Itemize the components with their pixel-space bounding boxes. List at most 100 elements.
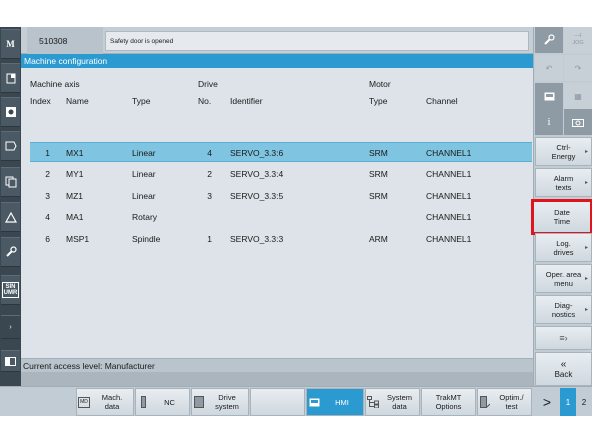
ctrl-energy-l2: Energy [551,151,576,161]
cell-drive-no: 1 [207,234,212,244]
cell-channel: CHANNEL1 [426,234,472,244]
hmi-softkey[interactable]: HMI [306,388,364,416]
program-manager-icon[interactable] [1,97,20,127]
cell-type: Linear [132,169,156,179]
bottom-softkey-bar: MD Mach. data NC Drive system HMI System da… [0,386,592,416]
screen-bottom-margin [0,416,592,444]
screen-icon[interactable] [535,83,563,109]
cell-index: 1 [45,148,50,158]
nc-label: NC [164,397,175,407]
double-chevron-left-icon: « [560,359,567,370]
redo-icon[interactable]: ↷ [564,55,592,81]
trakmt-l1: TrakMT [435,393,462,402]
next-page-button[interactable]: > [535,388,559,416]
cell-drive-no: 2 [207,169,212,179]
alarm-texts-softkey[interactable]: Alarm texts ▸ [535,168,592,197]
oper-area-l2: menu [554,278,573,288]
cell-motor-type: SRM [369,191,388,201]
parameter-icon[interactable] [1,131,20,161]
wrench-icon[interactable] [535,27,563,53]
optim-test-softkey[interactable]: Optim./test [477,388,532,416]
drive-system-icon [192,396,206,408]
page-2-indicator[interactable]: 2 [577,388,591,416]
cell-channel: CHANNEL1 [426,212,472,222]
nc-icon [136,396,150,408]
machine-m-button[interactable]: M [1,29,20,59]
log-drives-l2: drives [553,247,574,257]
cell-identifier: SERVO_3.3:3 [230,234,284,244]
drive-system-l2: system [215,402,239,411]
jog-indicator: —I JOG [564,27,592,53]
more-list-softkey[interactable]: ≡› [535,326,592,350]
md-icon: MD [77,396,91,408]
oper-area-menu-softkey[interactable]: Oper. area menu ▸ [535,264,592,293]
table-row[interactable]: 4 MA1 Rotary CHANNEL1 [30,207,532,227]
header-motor: Motor [369,79,391,89]
access-level: Current access level: Manufacturer [21,358,533,372]
drive-system-softkey[interactable]: Drive system [191,388,249,416]
hmi-label: HMI [335,397,349,407]
system-data-softkey[interactable]: System data [365,388,420,416]
status-strip [21,372,533,386]
nc-softkey[interactable]: NC [135,388,190,416]
jog-top-label: —I [574,33,582,39]
calculator-icon[interactable]: ▦ [564,83,592,109]
date-time-softkey[interactable]: Date Time [531,199,592,235]
cell-drive-no: 4 [207,148,212,158]
mach-data-l1: Mach. [101,393,123,402]
page-1-indicator[interactable]: 1 [560,388,576,416]
info-icon[interactable]: i [535,109,563,135]
alarm-line[interactable]: Safety door is opened [105,31,529,51]
cell-identifier: SERVO_3.3:4 [230,169,284,179]
diagnostics-softkey[interactable]: Diag-nostics ▸ [535,295,592,324]
log-drives-softkey[interactable]: Log. drives ▸ [535,233,592,262]
optim-test-l2: test [505,402,518,411]
tree-icon [366,396,380,408]
empty-softkey[interactable] [250,388,305,416]
table-row[interactable]: 6 MSP1 Spindle 1 SERVO_3.3:3 ARM CHANNEL1 [30,229,532,249]
camera-icon[interactable] [564,109,592,135]
ctrl-energy-softkey[interactable]: Ctrl- Energy ▸ [535,137,592,166]
date-time-l2: Time [553,217,571,226]
drive-system-l1: Drive [218,393,236,402]
mach-data-softkey[interactable]: MD Mach. data [76,388,134,416]
chevron-right-icon: ▸ [584,307,588,313]
table-row[interactable]: 3 MZ1 Linear 3 SERVO_3.3:5 SRM CHANNEL1 [30,186,532,206]
wrench-icon[interactable] [1,237,20,267]
program-icon[interactable] [1,63,20,93]
undo-icon[interactable]: ↶ [535,55,563,81]
table-row[interactable]: 1 MX1 Linear 4 SERVO_3.3:6 SRM CHANNEL1 [30,142,532,162]
cell-name: MY1 [66,169,84,179]
oper-area-l1: Oper. area [545,269,582,279]
cell-identifier: SERVO_3.3:6 [230,148,284,158]
copy-icon[interactable] [1,167,20,197]
page-title: Machine configuration [21,54,533,68]
hmi-screen-icon [307,398,321,407]
sinumerik-button[interactable]: SIN UMR [1,275,20,305]
cell-index: 6 [45,234,50,244]
expand-chevron-icon[interactable]: › [1,315,20,339]
m-label: M [6,39,15,49]
window-icon[interactable] [1,350,20,372]
back-softkey[interactable]: « Back [535,352,592,386]
cell-name: MX1 [66,148,84,158]
cell-index: 2 [45,169,50,179]
diagnostics-warning-icon[interactable] [1,202,20,232]
trakmt-options-softkey[interactable]: TrakMT Options [421,388,476,416]
cell-type: Linear [132,191,156,201]
col-identifier: Identifier [230,96,263,106]
col-motor-type: Type [369,96,388,106]
ctrl-energy-l1: Ctrl- [556,142,571,152]
cell-motor-type: SRM [369,169,388,179]
cell-index: 3 [45,191,50,201]
header-machine-axis: Machine axis [30,79,80,89]
col-channel: Channel [426,96,458,106]
optim-test-l1: Optim./ [499,393,524,402]
diagnostics-l2: nostics [551,309,576,319]
table-row[interactable]: 2 MY1 Linear 2 SERVO_3.3:4 SRM CHANNEL1 [30,164,532,184]
header-drive: Drive [198,79,218,89]
machine-config-table: Machine axis Drive Motor Index Name Type… [21,68,533,358]
chevron-right-icon: ▸ [584,180,588,186]
left-toolbar: M SIN UMR › [0,27,21,416]
system-data-l1: System [386,393,412,402]
